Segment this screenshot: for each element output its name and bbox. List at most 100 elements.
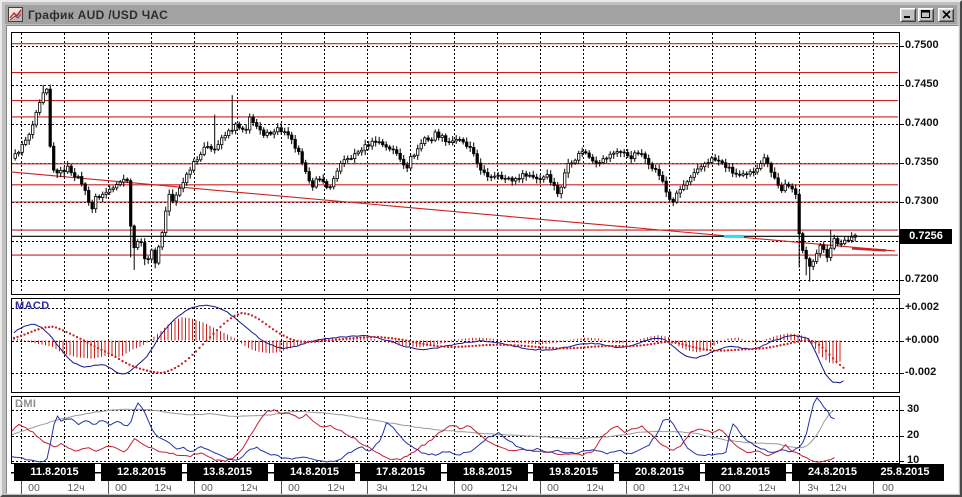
candlestick xyxy=(787,181,791,189)
macd-signal-dot xyxy=(509,343,513,347)
macd-signal-dot xyxy=(597,345,600,348)
candlestick xyxy=(734,168,738,178)
candlestick xyxy=(706,158,710,168)
candlestick xyxy=(423,136,427,147)
candlestick xyxy=(202,142,206,157)
macd-signal-dot xyxy=(131,364,135,368)
macd-signal-dot xyxy=(124,361,128,364)
candlestick xyxy=(605,156,609,164)
date-label: 18.8.2015 xyxy=(447,464,528,481)
candlestick xyxy=(335,167,339,182)
candlestick xyxy=(444,133,448,146)
candlestick xyxy=(755,164,759,175)
candlestick xyxy=(115,181,119,191)
macd-signal-dot xyxy=(257,318,261,321)
macd-signal-dot xyxy=(506,343,509,347)
macd-signal-dot xyxy=(544,346,548,349)
macd-signal-dot xyxy=(278,332,282,335)
candlestick xyxy=(752,167,756,177)
macd-signal-dot xyxy=(296,340,299,343)
macd-signal-dot xyxy=(68,332,72,335)
macd-signal-dot xyxy=(534,345,537,348)
macd-signal-dot xyxy=(394,337,397,340)
candlestick xyxy=(220,134,224,150)
macd-signal-dot xyxy=(114,355,117,359)
macd-signal-dot xyxy=(583,346,586,349)
macd-signal-dot xyxy=(744,348,747,351)
macd-signal-dot xyxy=(289,337,292,341)
candlestick xyxy=(269,130,273,136)
macd-signal-dot xyxy=(47,325,51,329)
candlestick xyxy=(101,191,105,203)
candlestick xyxy=(34,109,38,128)
macd-signal-dot xyxy=(51,325,54,328)
candlestick xyxy=(577,150,581,165)
date-label: 24.8.2015 xyxy=(792,464,873,481)
candlestick xyxy=(475,149,479,168)
macd-signal-dot xyxy=(730,348,733,352)
candlestick xyxy=(517,173,521,183)
macd-signal-dot xyxy=(520,344,523,347)
candlestick xyxy=(384,141,388,151)
candlestick xyxy=(825,244,829,263)
candlestick xyxy=(27,132,31,145)
macd-signal-dot xyxy=(642,343,646,347)
candlestick xyxy=(262,127,266,138)
candlestick xyxy=(374,136,378,147)
macd-signal-dot xyxy=(163,371,166,374)
macd-signal-dot xyxy=(436,344,439,348)
price-axis-label: 0.7300 xyxy=(905,195,939,207)
macd-signal-dot xyxy=(16,335,19,339)
macd-signal-dot xyxy=(264,323,268,326)
macd-signal-dot xyxy=(411,340,415,344)
macd-signal-dot xyxy=(740,348,744,351)
macd-axis-label: +0.002 xyxy=(905,301,939,313)
macd-signal-dot xyxy=(271,328,275,331)
macd-signal-dot xyxy=(93,345,96,348)
candlestick xyxy=(671,197,675,207)
candlestick xyxy=(97,194,101,201)
candlestick xyxy=(500,171,504,181)
macd-signal-dot xyxy=(23,333,26,336)
candlestick xyxy=(808,256,812,282)
candlestick xyxy=(349,155,353,161)
time-tick-label: 12ч xyxy=(67,482,85,494)
macd-signal-dot xyxy=(803,339,807,342)
candlestick xyxy=(363,139,367,155)
candlestick xyxy=(223,131,227,141)
candlestick xyxy=(73,168,77,182)
macd-signal-dot xyxy=(292,338,296,342)
candlestick xyxy=(689,174,693,186)
candlestick xyxy=(342,155,346,168)
macd-signal-dot xyxy=(380,336,383,339)
candlestick xyxy=(150,248,154,262)
candlestick xyxy=(139,238,143,247)
candlestick xyxy=(542,175,546,183)
macd-signal-dot xyxy=(695,346,698,350)
macd-signal-dot xyxy=(313,340,317,343)
candlestick xyxy=(643,151,647,164)
candlestick xyxy=(822,241,826,253)
macd-signal-dot xyxy=(121,359,124,363)
date-label: 25.8.2015 xyxy=(866,464,944,481)
macd-panel-border xyxy=(11,298,900,393)
candlestick xyxy=(843,236,847,246)
candlestick xyxy=(307,167,311,184)
candlestick xyxy=(776,172,780,189)
macd-signal-dot xyxy=(135,366,138,369)
candlestick xyxy=(727,163,731,172)
candlestick xyxy=(412,153,416,159)
macd-signal-dot xyxy=(681,343,684,346)
candlestick xyxy=(206,141,210,149)
macd-signal-dot xyxy=(453,345,457,349)
macd-signal-dot xyxy=(635,344,639,347)
macd-signal-dot xyxy=(180,362,184,365)
candlestick xyxy=(132,224,136,270)
candlestick xyxy=(535,173,539,184)
candlestick xyxy=(713,154,717,162)
candlestick xyxy=(398,148,402,163)
macd-signal-dot xyxy=(352,336,355,340)
macd-signal-dot xyxy=(611,344,614,348)
dmi-axis-label: 30 xyxy=(907,403,920,415)
macd-signal-dot xyxy=(201,343,205,346)
